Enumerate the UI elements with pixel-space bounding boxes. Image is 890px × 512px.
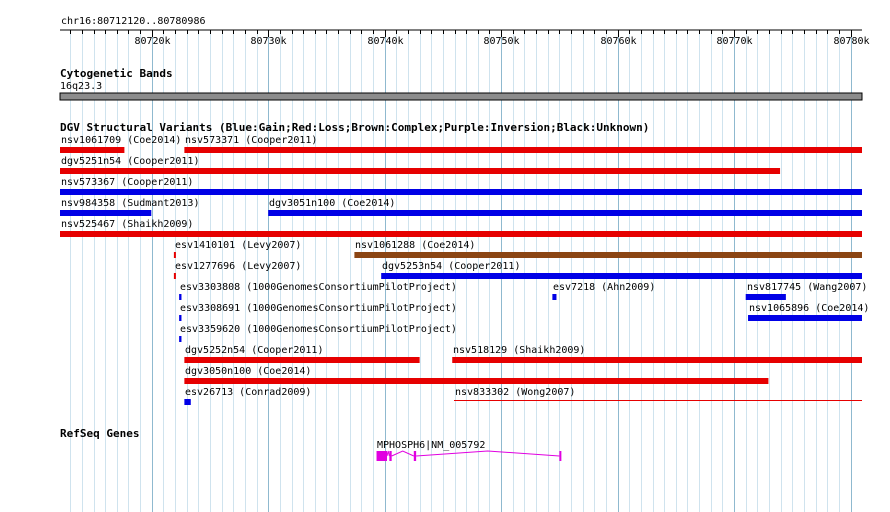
variant-bar-esv1277696[interactable] bbox=[173, 273, 176, 279]
variant-label: esv3359620 (1000GenomesConsortiumPilotPr… bbox=[180, 324, 457, 335]
variant-bar-nsv817745[interactable] bbox=[745, 294, 786, 300]
gene-label: MPHOSPH6|NM_005792 bbox=[377, 440, 485, 451]
variant-label: nsv833302 (Wong2007) bbox=[455, 387, 575, 398]
gene-model[interactable] bbox=[376, 450, 562, 461]
variant-bar-nsv984358[interactable] bbox=[60, 210, 152, 216]
ruler-tick-label: 80760k bbox=[600, 36, 636, 47]
variant-label: esv1277696 (Levy2007) bbox=[175, 261, 301, 272]
variant-label: esv26713 (Conrad2009) bbox=[185, 387, 311, 398]
variant-bar-esv3303808[interactable] bbox=[179, 294, 182, 300]
ruler-ticks: 80720k 80730k 80740k 80750k 80760k 80770k 8078… bbox=[70, 30, 870, 47]
variant-label: nsv1061288 (Coe2014) bbox=[355, 240, 475, 251]
variant-label: esv3303808 (1000GenomesConsortiumPilotPr… bbox=[180, 282, 457, 293]
variant-bar-dgv5252n54[interactable] bbox=[184, 357, 420, 363]
variant-label: nsv518129 (Shaikh2009) bbox=[453, 345, 585, 356]
variant-bar-dgv3050n100[interactable] bbox=[184, 378, 769, 384]
dgv-track-title: DGV Structural Variants (Blue:Gain;Red:L… bbox=[60, 121, 649, 134]
variant-bar-esv3308691[interactable] bbox=[179, 315, 182, 321]
intron-line bbox=[416, 450, 560, 457]
ruler-tick-label: 80750k bbox=[483, 36, 519, 47]
exon-block[interactable] bbox=[376, 451, 388, 461]
variant-bar-nsv1061709[interactable] bbox=[60, 147, 125, 153]
cytoband-bar[interactable] bbox=[59, 92, 863, 101]
variant-bar-nsv1065896[interactable] bbox=[748, 315, 862, 321]
variant-label: nsv984358 (Sudmant2013) bbox=[61, 198, 199, 209]
variant-label: esv3308691 (1000GenomesConsortiumPilotPr… bbox=[180, 303, 457, 314]
variant-label: nsv573371 (Cooper2011) bbox=[185, 135, 317, 146]
variant-label: dgv5251n54 (Cooper2011) bbox=[61, 156, 199, 167]
exon-block[interactable] bbox=[559, 451, 562, 461]
variant-bar-esv3359620[interactable] bbox=[179, 336, 182, 342]
variant-label: nsv573367 (Cooper2011) bbox=[61, 177, 193, 188]
variant-bar-esv1410101[interactable] bbox=[173, 252, 176, 258]
variant-bar-nsv518129[interactable] bbox=[452, 357, 862, 363]
ruler-tick-label: 80770k bbox=[716, 36, 752, 47]
variant-bar-nsv573367[interactable] bbox=[60, 189, 862, 195]
variant-label: esv1410101 (Levy2007) bbox=[175, 240, 301, 251]
variant-label: dgv5252n54 (Cooper2011) bbox=[185, 345, 323, 356]
variant-label: dgv3050n100 (Coe2014) bbox=[185, 366, 311, 377]
variant-bar-nsv833302[interactable] bbox=[453, 400, 862, 401]
ruler-tick-label: 80730k bbox=[250, 36, 286, 47]
variant-bar-dgv3051n100[interactable] bbox=[268, 210, 862, 216]
variant-bar-nsv573371[interactable] bbox=[184, 147, 862, 153]
variant-bar-esv26713[interactable] bbox=[184, 399, 191, 405]
variant-bar-dgv5251n54[interactable] bbox=[60, 168, 781, 174]
exon-block[interactable] bbox=[389, 451, 392, 461]
cytoband-label: 16q23.3 bbox=[60, 81, 102, 92]
variant-label: nsv1065896 (Coe2014) bbox=[749, 303, 869, 314]
cytoband-track-title: Cytogenetic Bands bbox=[60, 67, 173, 80]
variant-bar-nsv1061288[interactable] bbox=[354, 252, 862, 258]
variant-label: nsv525467 (Shaikh2009) bbox=[61, 219, 193, 230]
variant-label: dgv3051n100 (Coe2014) bbox=[269, 198, 395, 209]
variant-label: nsv817745 (Wang2007) bbox=[747, 282, 867, 293]
variant-bar-nsv525467[interactable] bbox=[60, 231, 862, 237]
intron-line bbox=[391, 450, 415, 457]
variant-label: esv7218 (Ahn2009) bbox=[553, 282, 655, 293]
ruler-tick-label: 80720k bbox=[134, 36, 170, 47]
variant-label: dgv5253n54 (Cooper2011) bbox=[382, 261, 520, 272]
ruler-tick-label: 80740k bbox=[367, 36, 403, 47]
intron-line bbox=[386, 450, 390, 457]
genome-browser-view: chr16:80712120..80780986 80720k 80730k 807… bbox=[59, 16, 870, 512]
ruler-tick-label: 80780k bbox=[833, 36, 869, 47]
region-label: chr16:80712120..80780986 bbox=[61, 16, 206, 27]
variant-bar-dgv5253n54[interactable] bbox=[381, 273, 862, 279]
exon-block[interactable] bbox=[413, 451, 417, 461]
dgv-features: nsv1061709 (Coe2014) nsv573371 (Cooper201… bbox=[60, 135, 869, 405]
refseq-track-title: RefSeq Genes bbox=[60, 427, 139, 440]
variant-label: nsv1061709 (Coe2014) bbox=[61, 135, 181, 146]
variant-bar-esv7218[interactable] bbox=[552, 294, 557, 300]
